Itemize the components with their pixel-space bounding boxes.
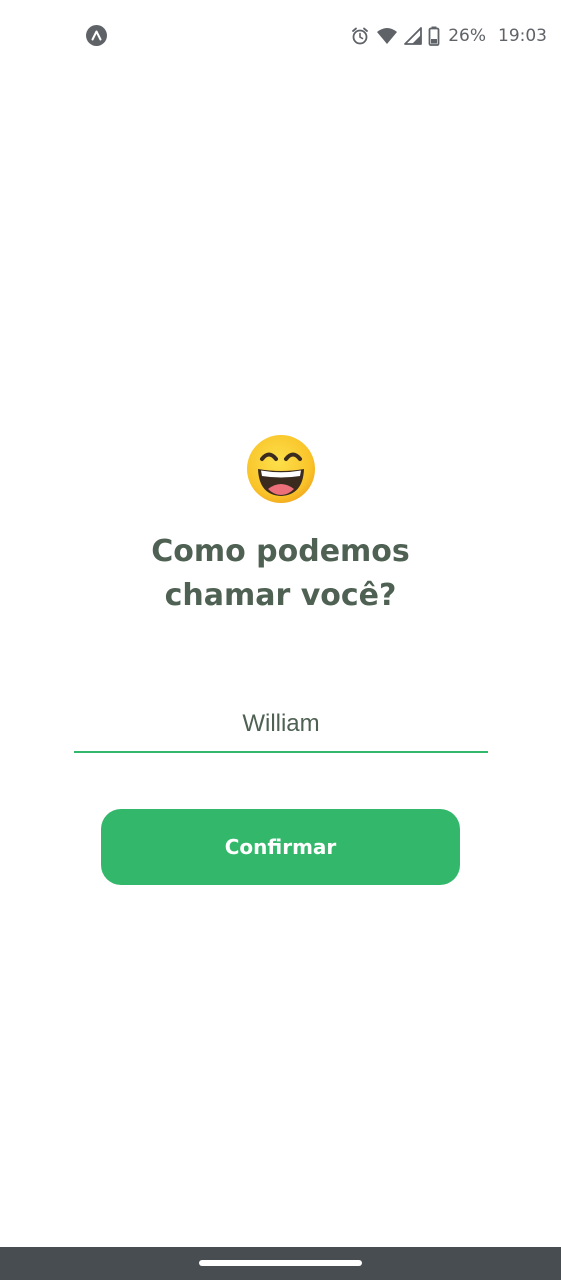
- grinning-face-icon: [245, 433, 317, 505]
- confirm-button[interactable]: Confirmar: [101, 809, 460, 885]
- page-title: Como podemos chamar você?: [0, 530, 561, 618]
- home-gesture-handle[interactable]: [199, 1260, 362, 1266]
- expo-app-icon: [86, 25, 107, 46]
- alarm-icon: [350, 26, 370, 46]
- title-line-2: chamar você?: [164, 578, 397, 613]
- signal-icon: [404, 27, 423, 45]
- name-input[interactable]: [74, 696, 488, 753]
- status-indicators: 26% 19:03: [350, 22, 547, 50]
- clock-time: 19:03: [498, 26, 547, 46]
- navigation-bar: [0, 1247, 561, 1280]
- battery-percent: 26%: [448, 26, 486, 46]
- name-field: [74, 696, 488, 753]
- title-line-1: Como podemos: [151, 534, 410, 569]
- status-bar: 26% 19:03: [0, 0, 561, 72]
- wifi-icon: [376, 27, 398, 45]
- confirm-button-label: Confirmar: [224, 835, 337, 859]
- battery-icon: [428, 26, 440, 46]
